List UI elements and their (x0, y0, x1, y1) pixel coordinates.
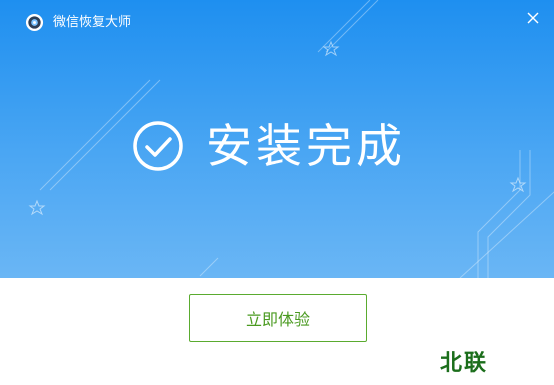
hero-banner: 微信恢复大师 安装完成 (0, 0, 554, 278)
install-complete-text: 安装完成 (206, 119, 406, 173)
watermark-text: 北联 (440, 351, 489, 376)
close-icon (527, 12, 539, 24)
check-circle-icon (133, 121, 183, 171)
try-now-button[interactable]: 立即体验 (189, 294, 367, 342)
app-logo-icon (25, 13, 44, 32)
window-title: 微信恢复大师 (53, 15, 132, 30)
close-button[interactable] (521, 6, 545, 30)
install-complete-status: 安装完成 (132, 118, 406, 174)
title-bar: 微信恢复大师 (0, 0, 554, 44)
